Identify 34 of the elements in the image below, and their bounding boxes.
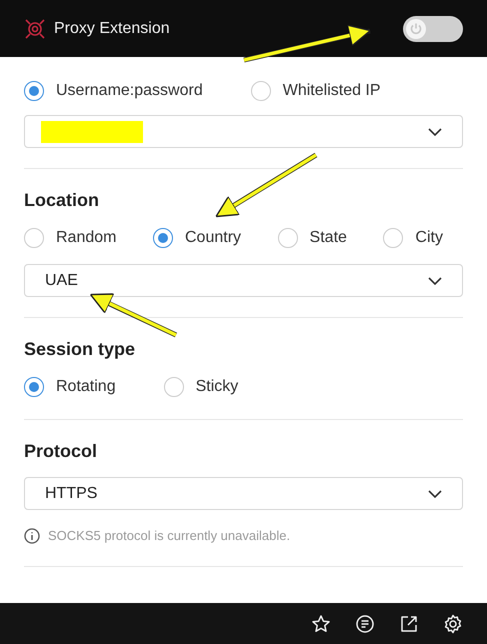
radio-button[interactable] bbox=[24, 81, 44, 101]
app-title: Proxy Extension bbox=[54, 18, 170, 38]
radio-button[interactable] bbox=[383, 228, 404, 248]
external-link-icon[interactable] bbox=[399, 614, 419, 634]
radio-option[interactable]: Rotating bbox=[24, 375, 116, 399]
radio-button[interactable] bbox=[164, 377, 184, 397]
power-icon bbox=[409, 22, 423, 36]
chevron-icon bbox=[428, 276, 442, 284]
list-icon[interactable] bbox=[355, 614, 375, 634]
settings-icon[interactable] bbox=[443, 614, 463, 634]
section-title: Protocol bbox=[24, 440, 98, 463]
radio-option[interactable]: State bbox=[278, 226, 347, 250]
radio-option[interactable]: City bbox=[383, 226, 443, 250]
info-icon bbox=[24, 528, 40, 544]
radio-button[interactable] bbox=[24, 377, 44, 397]
logo-icon bbox=[24, 18, 46, 40]
radio-option[interactable]: Whitelisted IP bbox=[250, 79, 381, 103]
radio-option[interactable]: Username:password bbox=[24, 79, 203, 103]
chevron-icon bbox=[428, 490, 442, 498]
star-icon[interactable] bbox=[311, 614, 331, 634]
radio-button[interactable] bbox=[250, 81, 271, 101]
radio-option[interactable]: Country bbox=[153, 226, 242, 250]
protocol-select[interactable]: HTTPS bbox=[24, 477, 463, 510]
radio-option[interactable]: Sticky bbox=[164, 375, 238, 399]
section-title: Location bbox=[24, 189, 100, 212]
info-note: SOCKS5 protocol is currently unavailable. bbox=[48, 527, 290, 545]
chevron-icon bbox=[428, 128, 442, 136]
radio-button[interactable] bbox=[278, 228, 298, 248]
power-toggle[interactable] bbox=[403, 16, 463, 42]
radio-option[interactable]: Random bbox=[24, 226, 116, 250]
radio-button[interactable] bbox=[24, 228, 44, 248]
section-title: Session type bbox=[24, 338, 136, 361]
country-select[interactable]: UAE bbox=[24, 264, 463, 297]
radio-button[interactable] bbox=[153, 228, 173, 248]
